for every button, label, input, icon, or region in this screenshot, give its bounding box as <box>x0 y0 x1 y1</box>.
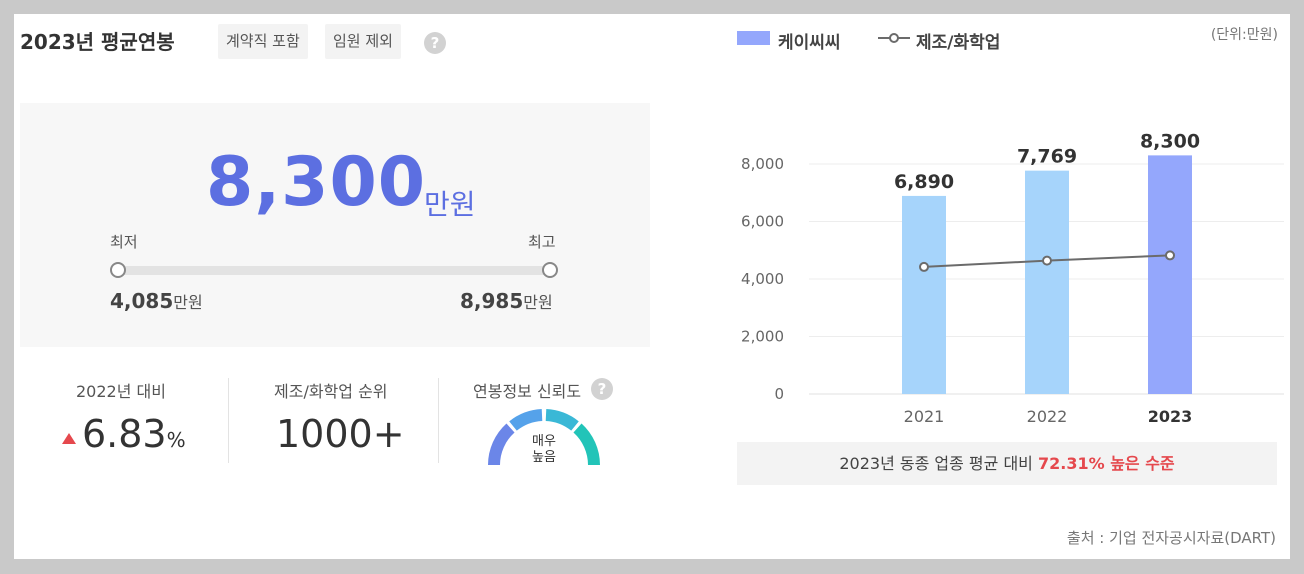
trust-gauge: 매우 높음 <box>488 409 600 466</box>
range-min-unit: 만원 <box>173 293 203 312</box>
bar <box>1148 155 1192 394</box>
x-tick-label: 2021 <box>904 407 945 424</box>
industry-point <box>1042 255 1052 266</box>
legend-industry: 제조/화학업 <box>916 33 1001 53</box>
trust-help-icon[interactable]: ? <box>591 378 613 400</box>
average-salary-panel: 8,300 만원 최저 최고 4,085만원 8,985만원 <box>20 103 650 347</box>
trust-label: 연봉정보 신뢰도 <box>473 382 582 401</box>
range-min-value: 4,085만원 <box>110 289 203 313</box>
bar <box>1025 170 1069 394</box>
help-icon[interactable]: ? <box>424 32 446 54</box>
y-tick-label: 4,000 <box>741 270 784 288</box>
y-tick-label: 8,000 <box>741 155 784 173</box>
y-tick-label: 2,000 <box>741 328 784 346</box>
average-salary-unit: 만원 <box>424 188 476 221</box>
range-max-label: 최고 <box>528 233 556 251</box>
salary-range-track <box>120 266 552 275</box>
trust-value-line1: 매우 <box>532 434 556 449</box>
source-note: 출처 : 기업 전자공시자료(DART) <box>1066 529 1276 547</box>
stat-divider <box>228 378 229 463</box>
comparison-highlight: 72.31% 높은 수준 <box>1037 454 1175 473</box>
salary-chart: 0 2,000 4,000 6,000 8,000 6,890 2021 7,769 2022 8… <box>741 130 1284 424</box>
x-tick-label: 2022 <box>1027 407 1068 424</box>
range-max-marker <box>542 262 558 278</box>
stat-divider <box>438 378 439 463</box>
page-title: 2023년 평균연봉 <box>20 30 175 54</box>
industry-point <box>1165 250 1175 261</box>
range-min-label: 최저 <box>110 233 138 251</box>
range-max-unit: 만원 <box>523 293 553 312</box>
bar <box>902 195 946 394</box>
industry-rank-label: 제조/화학업 순위 <box>274 382 388 401</box>
x-tick-label: 2023 <box>1148 407 1193 424</box>
average-salary-value: 8,300 <box>206 143 427 222</box>
industry-point <box>919 261 929 272</box>
unit-note: (단위:만원) <box>1210 27 1278 43</box>
bar-value-label: 7,769 <box>1017 146 1077 168</box>
range-max-value: 8,985만원 <box>460 289 553 313</box>
y-tick-label: 0 <box>774 385 784 403</box>
industry-rank-value: 1000+ <box>276 412 405 456</box>
legend-company: 케이씨씨 <box>778 33 841 53</box>
legend-company-swatch <box>737 31 770 45</box>
industry-comparison: 2023년 동종 업종 평균 대비 72.31% 높은 수준 <box>737 442 1277 485</box>
trust-value-line2: 높음 <box>532 450 556 465</box>
legend-industry-icon <box>878 33 910 43</box>
bar-value-label: 6,890 <box>894 171 954 193</box>
tag-executives-excluded: 임원 제외 <box>325 24 401 59</box>
salary-card: 2023년 평균연봉 계약직 포함 임원 제외 ? 8,300 만원 최저 최고… <box>14 14 1290 559</box>
yoy-label: 2022년 대비 <box>76 382 166 401</box>
y-tick-label: 6,000 <box>741 213 784 231</box>
range-min-marker <box>110 262 126 278</box>
bar-value-label: 8,300 <box>1140 130 1200 152</box>
tag-contract-included: 계약직 포함 <box>218 24 308 59</box>
up-arrow-icon <box>62 433 76 444</box>
yoy-value: 6.83% <box>62 412 186 456</box>
